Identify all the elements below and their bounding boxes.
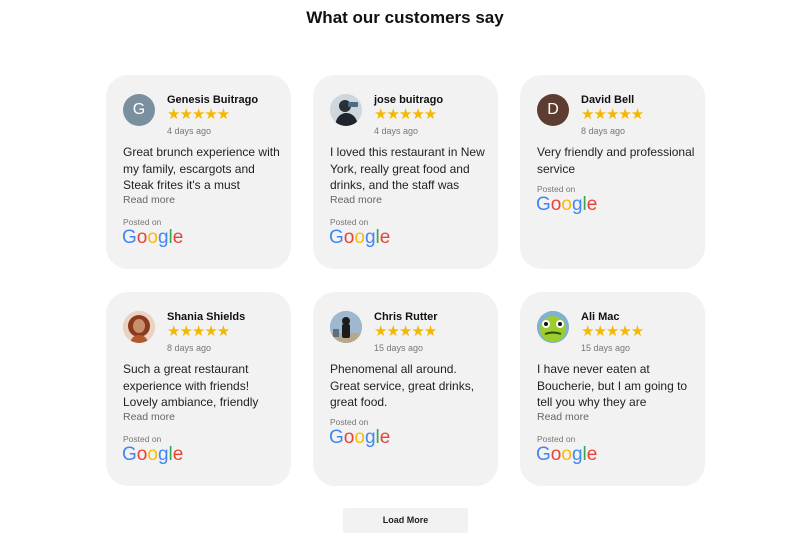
posted-on-label: Posted on (330, 217, 369, 227)
star-rating-icon: ★★★★★ (374, 323, 437, 340)
review-date: 4 days ago (374, 126, 419, 136)
review-text: I have never eaten at Boucherie, but I a… (537, 362, 688, 409)
review-card: D David Bell ★★★★★ 8 days ago Very frien… (520, 75, 705, 269)
review-date: 8 days ago (581, 126, 626, 136)
google-logo: Google (329, 428, 390, 448)
person-photo-icon (330, 94, 362, 126)
avatar (123, 311, 155, 343)
google-logo-text: Google (122, 444, 184, 465)
person-photo-icon (330, 311, 362, 343)
reviewer-name: Chris Rutter (374, 311, 438, 323)
review-text: Such a great restaurant experience with … (123, 362, 259, 409)
avatar: D (537, 94, 569, 126)
review-card: Shania Shields ★★★★★ 8 days ago Such a g… (106, 292, 291, 486)
reviewer-name: jose buitrago (374, 94, 444, 106)
google-logo-text: Google (329, 227, 391, 248)
google-logo-text: Google (536, 444, 598, 465)
review-text: I loved this restaurant in New York, rea… (330, 145, 485, 192)
review-card: G Genesis Buitrago ★★★★★ 4 days ago Grea… (106, 75, 291, 269)
posted-on-label: Posted on (537, 184, 576, 194)
star-rating-icon: ★★★★★ (581, 323, 644, 340)
read-more-link[interactable]: Read more (537, 411, 589, 423)
reviewer-name: Genesis Buitrago (167, 94, 259, 106)
person-photo-icon (123, 311, 155, 343)
avatar (330, 94, 362, 126)
frog-avatar-icon (537, 311, 569, 343)
review-text: Phenomenal all around. Great service, gr… (330, 362, 475, 409)
read-more-link[interactable]: Read more (123, 411, 175, 423)
avatar: G (123, 94, 155, 126)
google-logo-text: Google (122, 227, 184, 248)
google-logo: Google (536, 195, 597, 215)
avatar (330, 311, 362, 343)
reviewer-name: Ali Mac (581, 311, 620, 323)
star-rating-icon: ★★★★★ (167, 323, 230, 340)
review-text: Very friendly and professional service (537, 145, 695, 176)
avatar (537, 311, 569, 343)
review-card: jose buitrago ★★★★★ 4 days ago I loved t… (313, 75, 498, 269)
star-rating-icon: ★★★★★ (581, 106, 644, 123)
posted-on-label: Posted on (123, 217, 162, 227)
google-logo-text: Google (329, 427, 391, 448)
section-title: What our customers say (306, 8, 504, 27)
load-more-button[interactable]: Load More (343, 508, 468, 533)
review-date: 8 days ago (167, 343, 212, 353)
review-date: 4 days ago (167, 126, 212, 136)
read-more-link[interactable]: Read more (123, 194, 175, 206)
posted-on-label: Posted on (537, 434, 576, 444)
read-more-link[interactable]: Read more (330, 194, 382, 206)
google-logo: Google (329, 228, 390, 248)
star-rating-icon: ★★★★★ (167, 106, 230, 123)
review-date: 15 days ago (581, 343, 631, 353)
google-logo: Google (536, 445, 597, 465)
reviewer-name: David Bell (581, 94, 635, 106)
google-logo: Google (122, 228, 183, 248)
google-logo-text: Google (536, 194, 598, 215)
reviewer-name: Shania Shields (167, 311, 246, 323)
review-card: Ali Mac ★★★★★ 15 days ago I have never e… (520, 292, 705, 486)
posted-on-label: Posted on (330, 417, 369, 427)
google-logo: Google (122, 445, 183, 465)
review-date: 15 days ago (374, 343, 424, 353)
posted-on-label: Posted on (123, 434, 162, 444)
star-rating-icon: ★★★★★ (374, 106, 437, 123)
review-text: Great brunch experience with my family, … (123, 145, 280, 192)
review-card: Chris Rutter ★★★★★ 15 days ago Phenomena… (313, 292, 498, 486)
